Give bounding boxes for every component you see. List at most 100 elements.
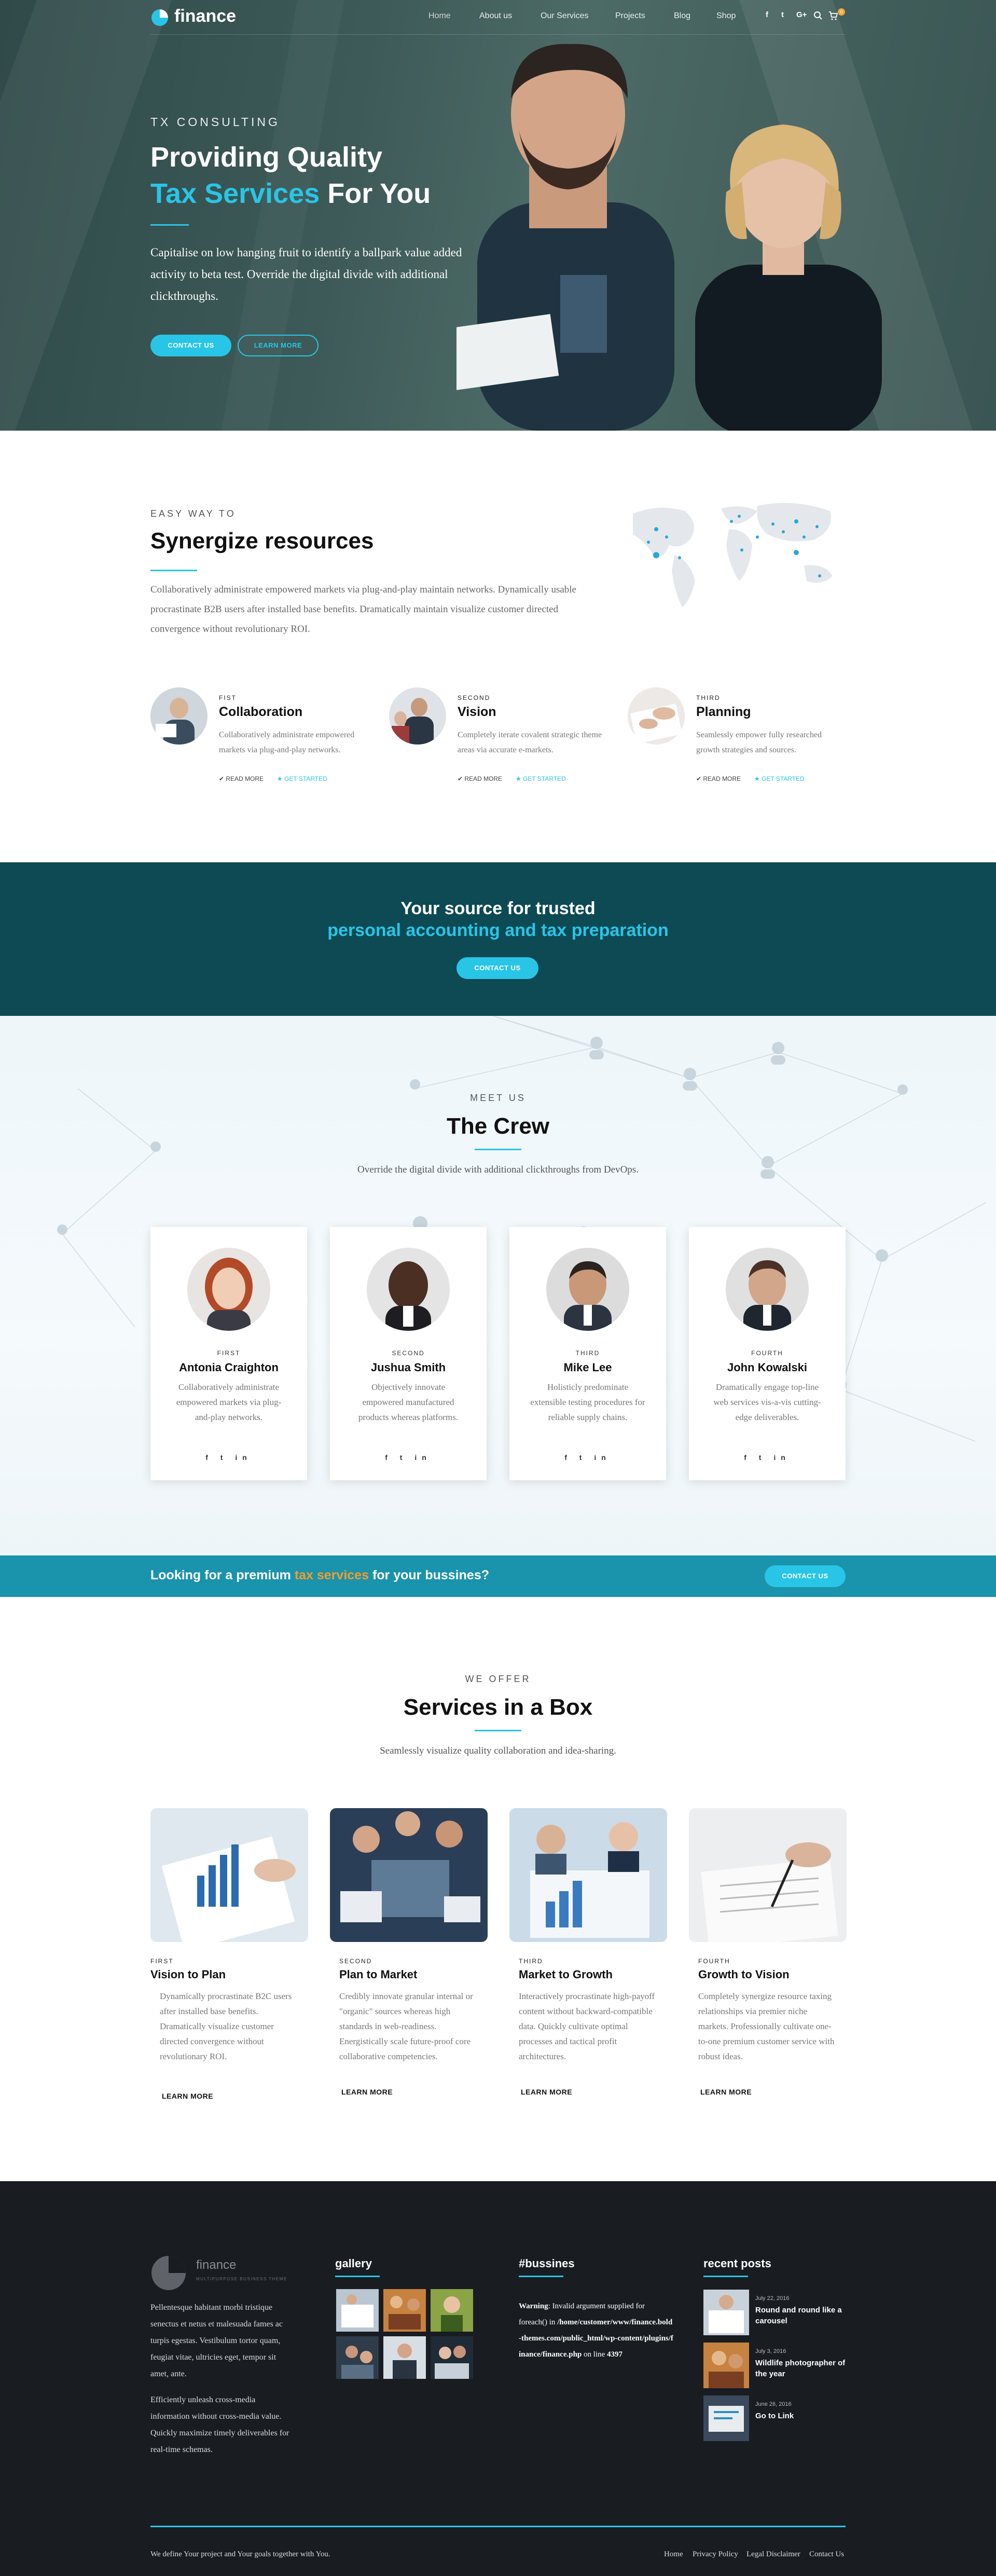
nav-shop[interactable]: Shop <box>716 11 736 21</box>
footer-link-privacy[interactable]: Privacy Policy <box>693 2550 738 2559</box>
gallery-thumb[interactable] <box>383 2289 426 2332</box>
hero-title-accent: Tax Services <box>150 178 320 209</box>
member-social-icons[interactable]: f t in <box>330 1453 487 1462</box>
hero-light-beam <box>221 0 344 431</box>
gallery-thumb[interactable] <box>431 2336 473 2379</box>
search-icon[interactable] <box>813 11 823 20</box>
post-title[interactable]: Round and round like a carousel <box>755 2305 854 2326</box>
service-order: FOURTH <box>698 1958 730 1965</box>
member-name: Antonia Craighton <box>179 1361 279 1374</box>
check-icon: ✔ <box>219 775 226 782</box>
footer-logo-icon[interactable] <box>150 2255 187 2291</box>
crew-underline <box>475 1149 521 1150</box>
feature-title: Vision <box>458 705 496 719</box>
footer-link-home[interactable]: Home <box>664 2550 683 2559</box>
team-member-photo <box>546 1248 629 1331</box>
cta-section: Your source for trusted personal account… <box>0 862 996 1016</box>
service-order: FIRST <box>150 1958 174 1965</box>
recent-post-thumb[interactable] <box>703 2290 749 2335</box>
service-title: Growth to Vision <box>698 1968 790 1981</box>
nav-home[interactable]: Home <box>428 11 451 21</box>
star-icon: ★ <box>516 775 523 782</box>
hero-learn-more-button[interactable]: LEARN MORE <box>238 335 319 356</box>
get-started-link[interactable]: ★ GET STARTED <box>277 775 327 782</box>
gallery-thumb[interactable] <box>431 2289 473 2332</box>
services-underline <box>475 1730 521 1731</box>
gallery-thumb[interactable] <box>336 2289 379 2332</box>
member-order: FIRST <box>217 1349 241 1357</box>
logo-text[interactable]: finance <box>174 6 236 26</box>
hero-light-beam <box>0 0 172 431</box>
team-member-photo <box>187 1248 270 1331</box>
cart-icon[interactable] <box>828 10 838 21</box>
recent-post-thumb[interactable] <box>703 2395 749 2441</box>
banner-contact-button[interactable]: CONTACT US <box>765 1565 846 1587</box>
post-title[interactable]: Wildlife photographer of the year <box>755 2358 854 2379</box>
service-image <box>509 1808 667 1942</box>
service-learn-more[interactable]: LEARN MORE <box>162 2092 213 2100</box>
feature-order: SECOND <box>458 694 491 701</box>
read-more-link[interactable]: ✔ READ MORE <box>219 775 264 782</box>
hero-underline <box>150 224 189 226</box>
crew-subtitle: Override the digital divide with additio… <box>357 1164 639 1175</box>
read-more-link[interactable]: ✔ READ MORE <box>458 775 502 782</box>
service-learn-more[interactable]: LEARN MORE <box>521 2088 572 2096</box>
post-title[interactable]: Go to Link <box>755 2410 854 2421</box>
twitter-icon[interactable]: t <box>781 10 784 19</box>
footer-about-text: Pellentesque habitant morbi tristique se… <box>150 2303 283 2378</box>
member-order: SECOND <box>392 1349 425 1357</box>
synergy-eyebrow: EASY WAY TO <box>150 508 236 519</box>
footer-link-contact[interactable]: Contact Us <box>809 2550 844 2559</box>
gallery-thumb[interactable] <box>383 2336 426 2379</box>
nav-about[interactable]: About us <box>479 11 512 21</box>
member-social-icons[interactable]: f t in <box>689 1453 846 1462</box>
nav-projects[interactable]: Projects <box>615 11 645 21</box>
synergy-title: Synergize resources <box>150 528 374 554</box>
php-warning-text: Warning: Invalid argument supplied for f… <box>519 2302 673 2359</box>
feature-text: Seamlessly empower fully researched grow… <box>696 731 822 754</box>
finance-logo-icon[interactable] <box>150 8 169 27</box>
service-learn-more[interactable]: LEARN MORE <box>341 2088 393 2096</box>
cta-line1: Your source for trusted <box>400 899 596 918</box>
cta-contact-button[interactable]: CONTACT US <box>457 957 538 979</box>
service-title: Vision to Plan <box>150 1968 226 1981</box>
collaboration-image <box>150 687 208 745</box>
google-plus-icon[interactable]: G+ <box>796 10 807 19</box>
crew-section: MEET US The Crew Override the digital di… <box>0 1016 996 1555</box>
member-social-icons[interactable]: f t in <box>509 1453 666 1462</box>
feature-title: Planning <box>696 705 751 719</box>
cta-line2: personal accounting and tax preparation <box>327 920 669 940</box>
cart-count-badge: 0 <box>838 8 845 16</box>
hero-woman-image <box>695 125 882 431</box>
service-image <box>689 1808 847 1942</box>
team-member-photo <box>367 1248 450 1331</box>
copyright-text: We define Your project and Your goals to… <box>150 2550 330 2558</box>
recent-post-thumb[interactable] <box>703 2343 749 2388</box>
feature-text: Completely iterate covalent strategic th… <box>458 731 602 754</box>
crew-eyebrow: MEET US <box>470 1093 526 1103</box>
star-icon: ★ <box>277 775 285 782</box>
read-more-link[interactable]: ✔ READ MORE <box>696 775 741 782</box>
get-started-link[interactable]: ★ GET STARTED <box>754 775 805 782</box>
nav-blog[interactable]: Blog <box>674 11 690 21</box>
footer-about-text-2: Efficiently unleash cross-media informat… <box>150 2395 289 2454</box>
facebook-icon[interactable]: f <box>766 10 768 19</box>
member-social-icons[interactable]: f t in <box>150 1453 307 1462</box>
recent-posts-heading: recent posts <box>703 2257 771 2270</box>
member-name: John Kowalski <box>727 1361 808 1374</box>
feature-order: THIRD <box>696 694 721 701</box>
service-learn-more[interactable]: LEARN MORE <box>700 2088 752 2096</box>
hero-contact-button[interactable]: CONTACT US <box>150 335 231 356</box>
crew-card: FIRST Antonia Craighton Collaboratively … <box>150 1227 307 1480</box>
gallery-thumb[interactable] <box>336 2336 379 2379</box>
check-icon: ✔ <box>458 775 465 782</box>
nav-services[interactable]: Our Services <box>541 11 588 21</box>
footer-logo-text[interactable]: finance <box>196 2258 236 2272</box>
member-name: Jushua Smith <box>370 1361 446 1374</box>
footer-link-legal[interactable]: Legal Disclaimer <box>746 2550 800 2559</box>
get-started-link[interactable]: ★ GET STARTED <box>516 775 566 782</box>
footer-divider <box>150 2526 846 2527</box>
service-image <box>330 1808 488 1942</box>
post-date: July 22, 2016 <box>755 2295 790 2302</box>
world-map-image <box>633 503 833 607</box>
